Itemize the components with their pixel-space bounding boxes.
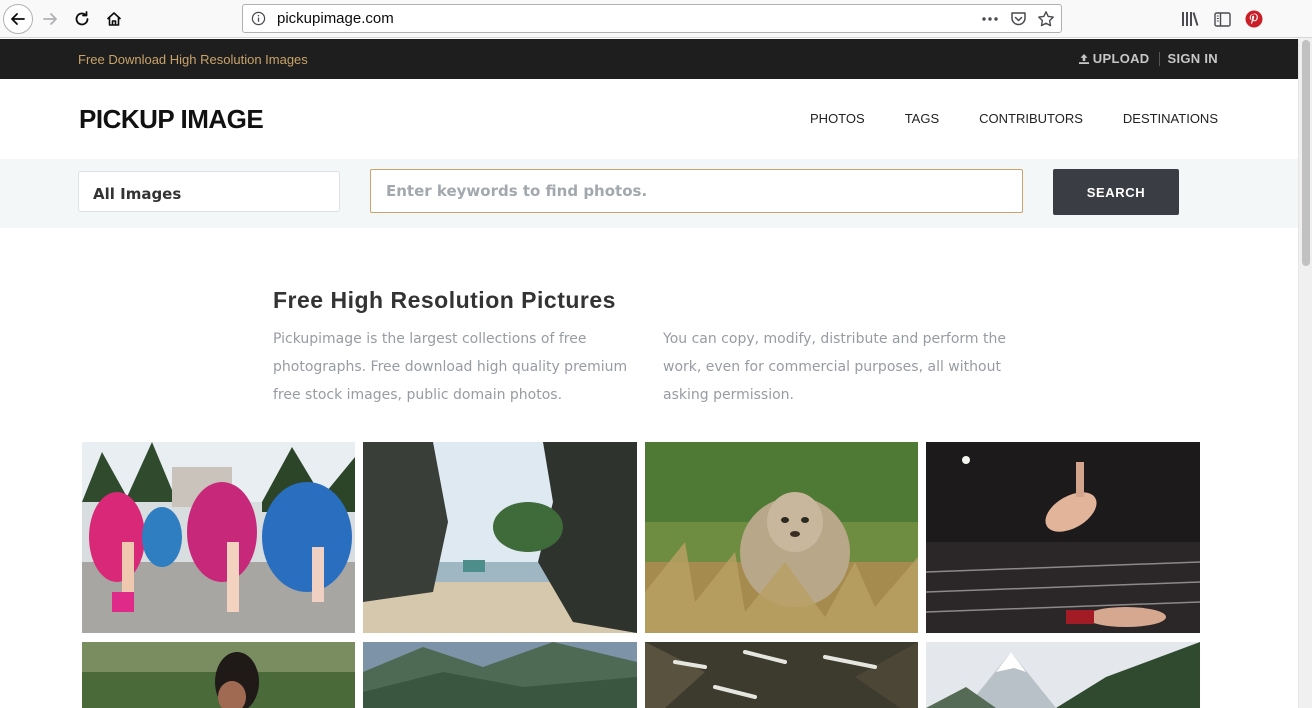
browser-toolbar: pickupimage.com [0, 0, 1312, 38]
pocket-icon[interactable] [1009, 10, 1027, 28]
nav-contributors[interactable]: CONTRIBUTORS [979, 111, 1083, 126]
search-input[interactable] [370, 169, 1023, 213]
home-icon[interactable] [100, 5, 128, 33]
intro-title: Free High Resolution Pictures [273, 287, 616, 313]
intro-text-left: Pickupimage is the largest collections o… [273, 331, 628, 403]
nav-destinations[interactable]: DESTINATIONS [1123, 111, 1218, 126]
photo-snowy-peak[interactable] [926, 642, 1200, 708]
search-band: All Images SEARCH [0, 159, 1298, 228]
url-text[interactable]: pickupimage.com [277, 10, 394, 27]
photo-cheetah-cub[interactable] [645, 442, 918, 633]
category-select-value[interactable]: All Images [93, 185, 181, 203]
scrollbar-thumb[interactable] [1302, 40, 1310, 266]
site-topbar: Free Download High Resolution Images UPL… [0, 39, 1298, 79]
site-header: PICKUP IMAGE PHOTOS TAGS CONTRIBUTORS DE… [0, 79, 1298, 159]
photo-woman-forest[interactable] [82, 642, 355, 708]
tagline: Free Download High Resolution Images [78, 52, 308, 67]
category-select[interactable]: All Images [78, 171, 340, 212]
site-logo[interactable]: PICKUP IMAGE [79, 104, 264, 135]
nav-tags[interactable]: TAGS [905, 111, 939, 126]
url-bar[interactable]: pickupimage.com [242, 4, 1062, 33]
library-icon[interactable] [1180, 9, 1200, 29]
main-nav: PHOTOS TAGS CONTRIBUTORS DESTINATIONS [810, 111, 1218, 126]
photo-snowy-forest[interactable] [645, 642, 918, 708]
info-icon[interactable] [251, 11, 266, 26]
upload-icon [1078, 53, 1089, 64]
forward-arrow-icon[interactable] [36, 5, 64, 33]
upload-link[interactable]: UPLOAD [1078, 51, 1150, 66]
pinterest-icon[interactable] [1244, 9, 1264, 29]
reload-icon[interactable] [68, 5, 96, 33]
photo-wrestling-ring[interactable] [926, 442, 1200, 633]
more-actions-icon[interactable] [981, 10, 999, 28]
search-button[interactable]: SEARCH [1053, 169, 1179, 215]
bookmark-star-icon[interactable] [1037, 10, 1055, 28]
nav-photos[interactable]: PHOTOS [810, 111, 865, 126]
intro-text-right: You can copy, modify, distribute and per… [663, 331, 1006, 403]
sidebar-icon[interactable] [1212, 9, 1232, 29]
upload-label[interactable]: UPLOAD [1093, 51, 1150, 66]
page-scrollbar[interactable] [1298, 38, 1312, 708]
topbar-divider [1158, 51, 1160, 66]
photo-rocky-beach[interactable] [363, 442, 637, 633]
photo-mountain-valley[interactable] [363, 642, 637, 708]
back-arrow-icon[interactable] [3, 4, 33, 34]
photo-carnival-dancers[interactable] [82, 442, 355, 633]
signin-link[interactable]: SIGN IN [1168, 51, 1219, 66]
